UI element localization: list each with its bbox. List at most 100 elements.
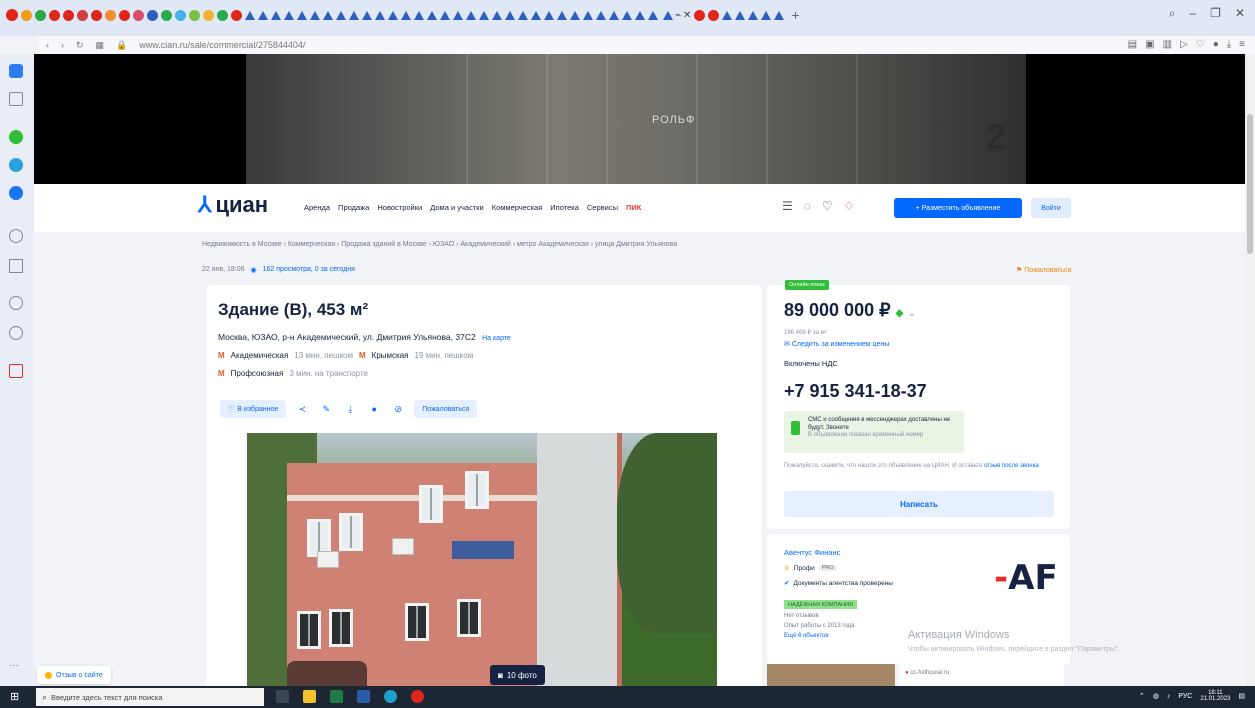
- cian-tab-icon[interactable]: [297, 10, 307, 20]
- cian-tab-icon[interactable]: [648, 10, 658, 20]
- nav-item-new-buildings[interactable]: Новостройки: [377, 203, 422, 212]
- telegram-icon[interactable]: [9, 158, 23, 172]
- tab-favicon-icon[interactable]: [147, 9, 158, 21]
- cian-tab-icon[interactable]: [479, 10, 489, 20]
- metro-station[interactable]: Профсоюзная: [231, 369, 284, 378]
- opera-taskbar-icon[interactable]: [411, 690, 424, 703]
- task-view-icon[interactable]: [276, 690, 289, 703]
- login-button[interactable]: Войти: [1031, 198, 1071, 218]
- cian-tab-icon[interactable]: [336, 10, 346, 20]
- easy-setup-icon[interactable]: ▥: [1163, 39, 1172, 50]
- tab-favicon-icon[interactable]: [49, 9, 60, 21]
- cian-tab-icon[interactable]: [748, 10, 759, 20]
- cian-tab-icon[interactable]: [570, 10, 580, 20]
- language-indicator[interactable]: РУС: [1178, 693, 1192, 700]
- cian-tab-icon[interactable]: [271, 10, 281, 20]
- excel-icon[interactable]: [330, 690, 343, 703]
- workspaces-icon[interactable]: [9, 64, 23, 78]
- download-icon[interactable]: ⤓: [342, 401, 358, 417]
- new-tab-button[interactable]: +: [791, 7, 799, 23]
- price-info-icon[interactable]: ⌄: [908, 308, 916, 318]
- cian-tab-icon[interactable]: [583, 10, 593, 20]
- cian-tab-icon[interactable]: [466, 10, 476, 20]
- cian-tab-icon[interactable]: [349, 10, 359, 20]
- maximize-button[interactable]: ❐: [1210, 6, 1221, 21]
- favorites-icon[interactable]: ♡: [822, 199, 833, 213]
- scrollbar-thumb[interactable]: [1247, 114, 1253, 254]
- related-listing-card[interactable]: ● cc-fullhouse.ru: [899, 664, 1064, 686]
- url-text[interactable]: www.cian.ru/sale/commercial/275844404/: [139, 40, 305, 50]
- metro-station[interactable]: Крымская: [372, 351, 409, 360]
- player-icon[interactable]: ▷: [1180, 39, 1188, 50]
- post-ad-button[interactable]: + Разместить объявление: [894, 198, 1022, 218]
- tab-favicon-icon[interactable]: [105, 9, 116, 21]
- notifications-center-icon[interactable]: ▤: [1238, 692, 1245, 700]
- phone-number[interactable]: +7 915 341-18-37: [784, 381, 927, 402]
- write-button[interactable]: Написать: [784, 491, 1054, 517]
- snapshot-icon[interactable]: ▣: [1145, 39, 1154, 50]
- nav-item-pik[interactable]: ПИК: [626, 203, 641, 212]
- banner-image[interactable]: РОЛЬФ 2: [246, 54, 1026, 184]
- cian-tab-icon[interactable]: [609, 10, 619, 20]
- page-scrollbar[interactable]: [1245, 54, 1255, 686]
- views-count[interactable]: 162 просмотра, 0 за сегодня: [263, 266, 355, 274]
- tab-favicon-icon[interactable]: [217, 9, 228, 21]
- cian-tab-icon[interactable]: [735, 10, 746, 20]
- nav-item-commercial[interactable]: Коммерческая: [492, 203, 543, 212]
- file-explorer-icon[interactable]: [303, 690, 316, 703]
- extensions-icon[interactable]: ▤: [1128, 39, 1137, 50]
- photo-count-button[interactable]: ◙ 10 фото: [490, 665, 545, 685]
- tab-favicon-icon[interactable]: [203, 9, 214, 21]
- cian-tab-icon[interactable]: [414, 10, 424, 20]
- review-link[interactable]: отзыв после звонка: [984, 463, 1039, 469]
- cian-tab-icon[interactable]: [544, 10, 554, 20]
- tab-favicon-icon[interactable]: [189, 9, 200, 21]
- download-icon[interactable]: ⤓: [1227, 39, 1231, 50]
- pinboard-icon[interactable]: [9, 296, 23, 310]
- cian-tab-icon[interactable]: [284, 10, 294, 20]
- hide-icon[interactable]: ⊘: [390, 401, 406, 417]
- cian-tab-icon[interactable]: [635, 10, 645, 20]
- cian-tab-icon[interactable]: [375, 10, 385, 20]
- map-link[interactable]: На карте: [482, 335, 511, 342]
- minimize-button[interactable]: –: [1189, 6, 1196, 21]
- agent-more-link[interactable]: Ещё 6 объектов: [784, 633, 829, 639]
- profile-icon[interactable]: ●: [1213, 39, 1219, 50]
- nav-item-houses[interactable]: Дома и участки: [430, 203, 484, 212]
- tab-favicon-icon[interactable]: [63, 9, 74, 21]
- tab-favicon-icon[interactable]: [231, 9, 242, 21]
- price-trend-icon[interactable]: ◆: [896, 308, 904, 319]
- cian-tab-icon[interactable]: [453, 10, 463, 20]
- report-button[interactable]: Пожаловаться: [414, 400, 478, 418]
- forward-icon[interactable]: ›: [61, 40, 64, 50]
- cian-tab-icon[interactable]: [245, 10, 255, 20]
- whatsapp-icon[interactable]: [9, 130, 23, 144]
- tab-favicon-icon[interactable]: [161, 9, 172, 21]
- related-listing-thumbnail[interactable]: [767, 664, 895, 686]
- tab-favicon-icon[interactable]: [119, 9, 130, 21]
- cian-tab-icon[interactable]: [505, 10, 515, 20]
- close-window-button[interactable]: ✕: [1235, 6, 1245, 21]
- notifications-icon[interactable]: ♢: [844, 199, 855, 213]
- personal-news-icon[interactable]: [9, 364, 23, 378]
- tab-favicon-icon[interactable]: [708, 9, 720, 21]
- cian-tab-icon[interactable]: [323, 10, 333, 20]
- cian-tab-icon[interactable]: [362, 10, 372, 20]
- tab-favicon-icon[interactable]: [21, 9, 32, 21]
- cian-tab-icon[interactable]: [531, 10, 541, 20]
- vk-icon[interactable]: [9, 229, 23, 243]
- cian-tab-icon[interactable]: [596, 10, 606, 20]
- tab-favicon-icon[interactable]: [77, 9, 88, 21]
- heart-icon[interactable]: ♡: [1196, 39, 1205, 50]
- feedback-button[interactable]: Отзыв о сайте: [37, 666, 111, 684]
- opera-logo-icon[interactable]: [6, 9, 18, 21]
- tab-audio-icon[interactable]: ⌁: [675, 10, 681, 21]
- cian-tab-icon[interactable]: [761, 10, 772, 20]
- nav-item-sale[interactable]: Продажа: [338, 203, 369, 212]
- cian-tab-icon[interactable]: [258, 10, 268, 20]
- listing-photo[interactable]: ◙ 10 фото: [247, 433, 717, 686]
- chat-icon[interactable]: ◌: [804, 199, 811, 213]
- cian-tab-icon[interactable]: [310, 10, 320, 20]
- nav-item-mortgage[interactable]: Ипотека: [550, 203, 579, 212]
- print-icon[interactable]: ●: [366, 401, 382, 417]
